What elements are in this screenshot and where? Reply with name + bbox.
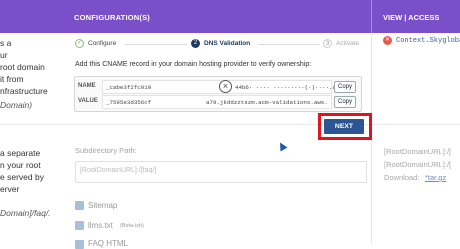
subdirectory-placeholder: [RootDomainURL]:/[faq/]: [80, 167, 157, 174]
left-text-line: erver: [0, 184, 20, 194]
step-activate[interactable]: Activate: [336, 40, 359, 47]
record-name-value-right: 44b6· ···· ·········(·)····.ai.: [235, 84, 343, 91]
llms-note: (Beta-ish): [120, 223, 144, 229]
error-icon: ✕: [383, 36, 392, 45]
cname-instruction: Add this CNAME record in your domain hos…: [75, 61, 312, 68]
left-text-line: it from: [0, 74, 24, 84]
record-value-value: _7595e3d356cf: [106, 99, 152, 106]
step-connector: [125, 44, 187, 45]
next-button[interactable]: NEXT: [324, 119, 364, 134]
close-overlay-icon[interactable]: ×: [219, 80, 232, 93]
left-text-line: Domain]/faq/.: [0, 208, 51, 218]
left-text-line: a separate: [0, 148, 41, 158]
left-text-line: n your root: [0, 160, 41, 170]
copy-value-button[interactable]: Copy: [334, 96, 356, 108]
step-connector: [258, 44, 320, 45]
sitemap-label: Sitemap: [88, 201, 118, 210]
record-name-label: NAME: [78, 83, 96, 89]
download-link[interactable]: *tar.gz: [425, 173, 446, 182]
header-divider: [371, 0, 372, 33]
left-text-line: nfrastructure: [0, 86, 48, 96]
left-text-line: e served by: [0, 172, 44, 182]
step-3-badge: 3: [323, 39, 332, 48]
step-2-badge: 2: [191, 39, 200, 48]
view-access-title: VIEW | ACCESS: [383, 13, 440, 22]
mouse-cursor-icon: [276, 140, 288, 152]
checkmark-icon: ✓: [77, 40, 83, 46]
download-label: Download:: [384, 173, 420, 182]
left-text-line: s a: [0, 38, 12, 48]
left-text-line: Domain): [0, 100, 33, 110]
left-text-line: root domain: [0, 62, 45, 72]
record-name-value: _cabe3f2fc019: [106, 84, 152, 91]
status-domain-link[interactable]: Context.Skyglobal: [396, 37, 460, 45]
faq-html-checkbox[interactable]: [75, 240, 84, 249]
llms-checkbox[interactable]: [75, 221, 84, 230]
subdirectory-label: Subdirectory Path:: [75, 146, 137, 155]
configurations-title: CONFIGURATION(S): [74, 13, 150, 22]
step-dns-validation[interactable]: DNS Validation: [204, 40, 250, 47]
sitemap-checkbox[interactable]: [75, 201, 84, 210]
right-url-line: [RootDomainURL]:/[: [384, 147, 452, 156]
record-value-value-right: a79.jkddzztszm.acm-validations.aws.: [206, 99, 328, 106]
step-configure[interactable]: Configure: [88, 40, 116, 47]
left-text-line: ur: [0, 50, 8, 60]
section-divider: [0, 124, 460, 125]
copy-name-button[interactable]: Copy: [334, 81, 356, 93]
right-url-line: [RootDomainURL]:/[: [384, 160, 452, 169]
record-value-label: VALUE: [78, 98, 98, 104]
llms-label: llms.txt: [88, 221, 113, 230]
